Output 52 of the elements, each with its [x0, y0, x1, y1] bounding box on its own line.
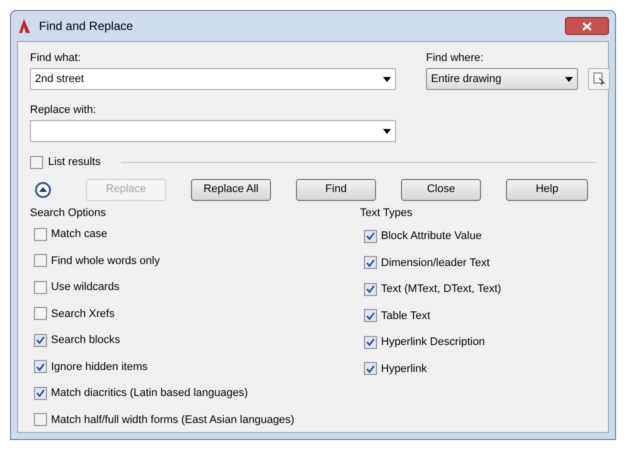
dropdown-arrow-icon	[383, 76, 391, 82]
checkbox[interactable]	[34, 413, 47, 426]
collapse-button[interactable]	[35, 182, 51, 198]
checkbox[interactable]	[364, 336, 377, 349]
checkbox-label: Match half/full width forms (East Asian languages)	[51, 412, 294, 428]
checkbox[interactable]	[34, 334, 47, 347]
checkbox-label: Match case	[51, 227, 108, 242]
checkbox[interactable]	[34, 307, 47, 320]
checkbox[interactable]	[34, 228, 47, 241]
cursor-page-icon	[593, 72, 605, 86]
checkbox[interactable]	[34, 360, 47, 374]
dialog-button[interactable]: Replace All	[191, 178, 271, 200]
checkbox-label: Search Xrefs	[51, 306, 115, 322]
checkbox-label: Use wildcards	[51, 280, 120, 295]
field-label: Find where:	[426, 51, 484, 66]
checkbox[interactable]	[364, 230, 377, 243]
checkbox-label: Text (MText, DText, Text)	[381, 282, 502, 297]
group-title: Text Types	[360, 206, 414, 220]
find-where-dropdown[interactable]: Entire drawing	[426, 68, 578, 90]
checkbox-label: Find whole words only	[51, 254, 160, 268]
dialog-button[interactable]: Help	[506, 178, 588, 200]
chevron-up-icon	[39, 187, 47, 192]
group-title: Search Options	[30, 206, 107, 220]
checkbox-label: Ignore hidden items	[51, 360, 148, 374]
checkbox[interactable]	[364, 362, 377, 376]
app-logo-icon	[17, 18, 31, 34]
window-title: Find and Replace	[39, 18, 134, 35]
field-label: Replace with:	[30, 103, 98, 118]
checkbox-label: Table Text	[381, 308, 430, 324]
checkbox[interactable]	[364, 309, 377, 322]
checkbox-label: Search blocks	[51, 333, 120, 348]
checkbox-label: Dimension/leader Text	[381, 256, 490, 270]
close-icon	[582, 22, 592, 30]
checkbox[interactable]	[34, 280, 47, 294]
select-objects-button[interactable]	[588, 68, 610, 90]
checkbox-label: Block Attribute Value	[381, 229, 482, 244]
checkbox[interactable]	[34, 254, 47, 268]
find-what-combo[interactable]: 2nd street	[30, 68, 396, 90]
dialog-button[interactable]: Find	[296, 178, 376, 200]
checkbox-label: Hyperlink	[381, 362, 427, 376]
checkbox-label: List results	[48, 155, 101, 170]
checkbox[interactable]	[30, 156, 43, 169]
dropdown-arrow-icon	[383, 128, 391, 134]
checkbox-label: Hyperlink Description	[381, 335, 485, 350]
checkbox[interactable]	[364, 256, 377, 270]
checkbox-label: Match diacritics (Latin based languages)	[51, 386, 248, 401]
checkbox[interactable]	[34, 386, 47, 400]
dropdown-arrow-icon	[565, 76, 573, 82]
close-button[interactable]	[565, 17, 609, 35]
dialog-button[interactable]: Close	[401, 178, 481, 200]
field-label: Find what:	[30, 51, 82, 66]
checkbox[interactable]	[364, 282, 377, 296]
